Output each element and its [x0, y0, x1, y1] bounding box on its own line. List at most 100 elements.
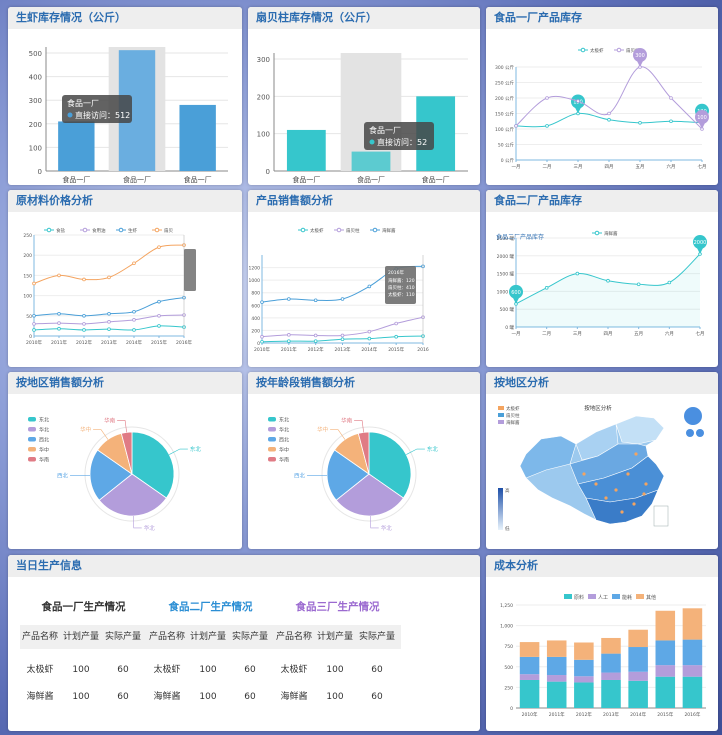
table-cell: 60 — [371, 692, 383, 702]
data-point — [669, 119, 673, 124]
x-tick-label: 三月 — [574, 164, 583, 170]
map-marker — [634, 452, 638, 456]
legend-label: 海鲜酱 — [506, 419, 520, 426]
legend-dot — [118, 227, 124, 233]
cost-analysis-chart[interactable]: 原料 人工 能耗 其他 0 250 500 750 1,000 1,250 2010年 2011年 20… — [486, 577, 718, 731]
plant2-inventory-chart[interactable]: 海鲜酱0 罐500 罐1000 罐1500 罐2000 罐2500 罐一月 二月三… — [486, 212, 718, 367]
map-pan-control[interactable] — [684, 407, 702, 425]
map-zoom-in-icon[interactable] — [686, 429, 694, 437]
stack-原料 — [601, 679, 621, 708]
legend-swatch — [498, 420, 504, 424]
table-row: 海鲜酱 100 60 — [20, 684, 147, 711]
legend-label: 华南 — [279, 457, 289, 464]
slice-label: 华南 — [341, 416, 353, 424]
data-point — [367, 284, 372, 289]
map-scale-min: 低 — [505, 525, 510, 532]
stack-能耗 — [655, 640, 676, 666]
y-tick-label: 100 — [23, 294, 32, 300]
slice-label: 华南 — [104, 416, 116, 424]
label-line — [117, 420, 127, 433]
x-tick-label: 2016年 — [684, 711, 700, 718]
x-tick-label: 五月 — [636, 164, 645, 170]
x-tick-label: 六月 — [667, 163, 676, 170]
legend-dot — [616, 47, 622, 53]
daily-production-panel: 当日生产信息 食品一厂生产情况 产品名称 计划产量 实际产量 太极虾 100 60 海鲜酱 10… — [8, 555, 480, 731]
region-sales-pie[interactable]: 东北华北西北华中华南东北华北西北华中华南 — [8, 394, 242, 549]
raw-material-price-chart[interactable]: 食盐 食用油 生虾 扇贝 0 50 100 150 200 250 2010年 2011年 2012年 2… — [8, 212, 242, 367]
data-point — [638, 121, 642, 125]
legend-label: 食盐 — [56, 227, 65, 234]
legend-swatch — [28, 417, 36, 422]
y-tick-label: 2000 罐 — [497, 253, 515, 260]
product-sales-chart[interactable]: 太极虾 扇贝柱 海鲜酱 0 200 400 600 800 1000 1200 2010年 2011年… — [248, 212, 480, 367]
x-tick-label: 六月 — [665, 330, 674, 337]
x-tick-label: 食品一厂 — [357, 175, 385, 184]
table-row: 太极虾 100 60 — [274, 657, 401, 684]
data-point — [367, 336, 372, 341]
plant1-inventory-chart[interactable]: 太极虾 扇贝柱0 公斤50 公斤100 公斤150 公斤200 公斤250 公斤3… — [486, 29, 718, 185]
legend-swatch — [564, 594, 572, 599]
legend-label: 能耗 — [622, 594, 632, 601]
map-marker — [582, 472, 586, 476]
table-cell: 60 — [244, 692, 256, 702]
data-point — [32, 314, 36, 318]
data-point — [545, 124, 549, 128]
data-point — [132, 328, 136, 332]
legend-label: 太极虾 — [506, 405, 520, 412]
x-tick-label: 2015年 — [388, 346, 404, 353]
plant1-inventory-panel: 食品一厂产品库存 太极虾 扇贝柱 0 公斤 50 公斤 100 公斤 150 公斤 200 … — [486, 7, 718, 185]
y-tick-label: 300 — [29, 97, 42, 105]
x-tick-label: 2010年 — [254, 346, 270, 353]
table-cell: 100 — [72, 692, 90, 702]
legend-dot — [372, 227, 378, 233]
panel-title: 成本分析 — [486, 555, 718, 577]
x-tick-label: 二月 — [543, 164, 552, 170]
x-tick-label: 食品一厂 — [292, 175, 320, 184]
header-cell: 产品名称 — [275, 632, 312, 642]
x-tick-label: 二月 — [542, 331, 551, 337]
table-cell: 太极虾 — [153, 665, 181, 675]
data-point — [607, 111, 611, 116]
map-zoom-out-icon[interactable] — [696, 429, 704, 437]
legend-label: 扇贝柱 — [506, 412, 520, 419]
legend-label: 人工 — [598, 595, 608, 601]
x-tick-label: 食品一厂 — [422, 175, 450, 184]
map-marker — [642, 492, 646, 496]
table-row: 海鲜酱 100 60 — [274, 684, 401, 711]
legend-label: 西北 — [39, 437, 49, 444]
data-point — [313, 339, 318, 343]
y-tick-label: 500 — [504, 665, 513, 671]
data-point — [82, 322, 86, 326]
legend-label: 华中 — [39, 447, 49, 454]
stack-能耗 — [574, 659, 594, 677]
y-tick-label: 400 — [251, 316, 260, 322]
x-tick-label: 一月 — [512, 164, 521, 170]
age-sales-pie[interactable]: 东北华北西北华中华南东北华北西北华中华南 — [248, 394, 480, 549]
legend-label: 生虾 — [128, 227, 137, 234]
header-cell: 产品名称 — [21, 632, 58, 642]
y-tick-label: 0 — [38, 168, 42, 176]
table-cell: 100 — [199, 692, 217, 702]
tooltip-line: 扇贝柱：410 — [388, 284, 415, 291]
scallop-stock-chart[interactable]: 0100200300食品一厂 食品一厂 食品一厂食品一厂直接访问：52 — [248, 29, 480, 185]
data-point — [32, 322, 36, 326]
data-point — [340, 297, 345, 301]
y-tick-label: 150 — [23, 273, 32, 279]
y-tick-label: 300 — [257, 56, 270, 64]
header-cell: 计划产量 — [62, 632, 99, 642]
data-point — [287, 297, 291, 301]
legend-swatch — [268, 457, 276, 462]
x-tick-label: 2010年 — [26, 339, 42, 346]
map-region — [615, 415, 665, 445]
region-map[interactable]: 按地区分析 太极虾扇贝柱海鲜酱高低 — [486, 394, 718, 549]
y-tick-label: 100 — [29, 144, 42, 152]
stack-其他 — [655, 610, 676, 641]
legend-swatch — [28, 437, 36, 442]
data-point — [157, 314, 161, 318]
panel-title: 原材料价格分析 — [8, 190, 242, 212]
legend-swatch — [612, 594, 620, 599]
y-tick-label: 1,000 — [500, 624, 513, 630]
tooltip-line: 太极虾：110 — [388, 291, 415, 298]
shrimp-stock-chart[interactable]: 0100200300400500食品一厂 食品一厂 食品一厂食品一厂直接访问：512 — [8, 29, 242, 185]
tooltip-value: 直接访问：52 — [377, 137, 427, 147]
